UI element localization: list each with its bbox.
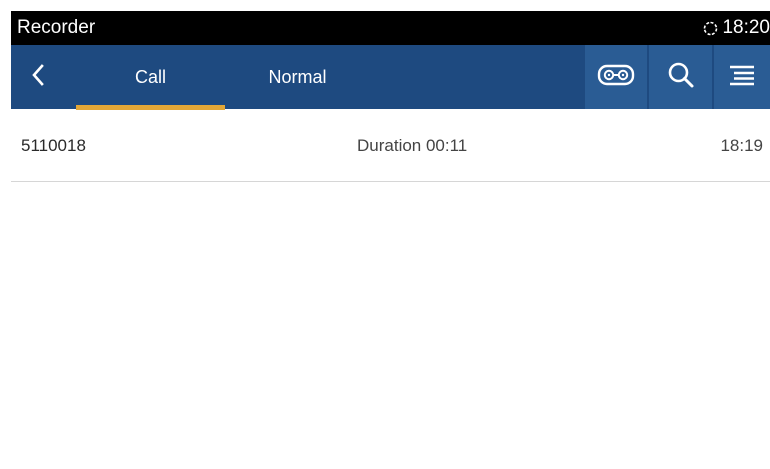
recording-duration: Duration 00:11 bbox=[357, 136, 468, 155]
tab-normal-label: Normal bbox=[268, 66, 327, 87]
action-bar: Call Normal bbox=[11, 45, 770, 110]
search-icon bbox=[667, 61, 695, 94]
tape-icon bbox=[597, 64, 635, 91]
tab-call-label: Call bbox=[134, 66, 166, 87]
recording-time: 18:19 bbox=[720, 136, 763, 155]
menu-icon bbox=[729, 64, 755, 91]
status-indicators: 18:20 bbox=[702, 17, 770, 39]
tab-normal[interactable]: Normal bbox=[225, 45, 370, 109]
chevron-left-icon bbox=[30, 63, 46, 92]
recording-row[interactable]: 5110018 Duration 00:11 18:19 bbox=[11, 109, 770, 181]
menu-button[interactable] bbox=[714, 45, 770, 109]
tab-call[interactable]: Call bbox=[76, 45, 225, 109]
back-button[interactable] bbox=[11, 45, 65, 109]
search-button[interactable] bbox=[649, 45, 712, 109]
row-divider bbox=[11, 181, 770, 182]
app-title: Recorder bbox=[17, 17, 96, 38]
status-bar: Recorder 18:20 bbox=[11, 11, 770, 45]
recorder-app: Recorder 18:20 Call Normal 5110018 Durat… bbox=[11, 11, 770, 469]
recording-number: 5110018 bbox=[21, 136, 86, 155]
sync-icon bbox=[702, 20, 719, 37]
recordings-button[interactable] bbox=[585, 45, 647, 109]
status-time: 18:20 bbox=[722, 17, 770, 38]
